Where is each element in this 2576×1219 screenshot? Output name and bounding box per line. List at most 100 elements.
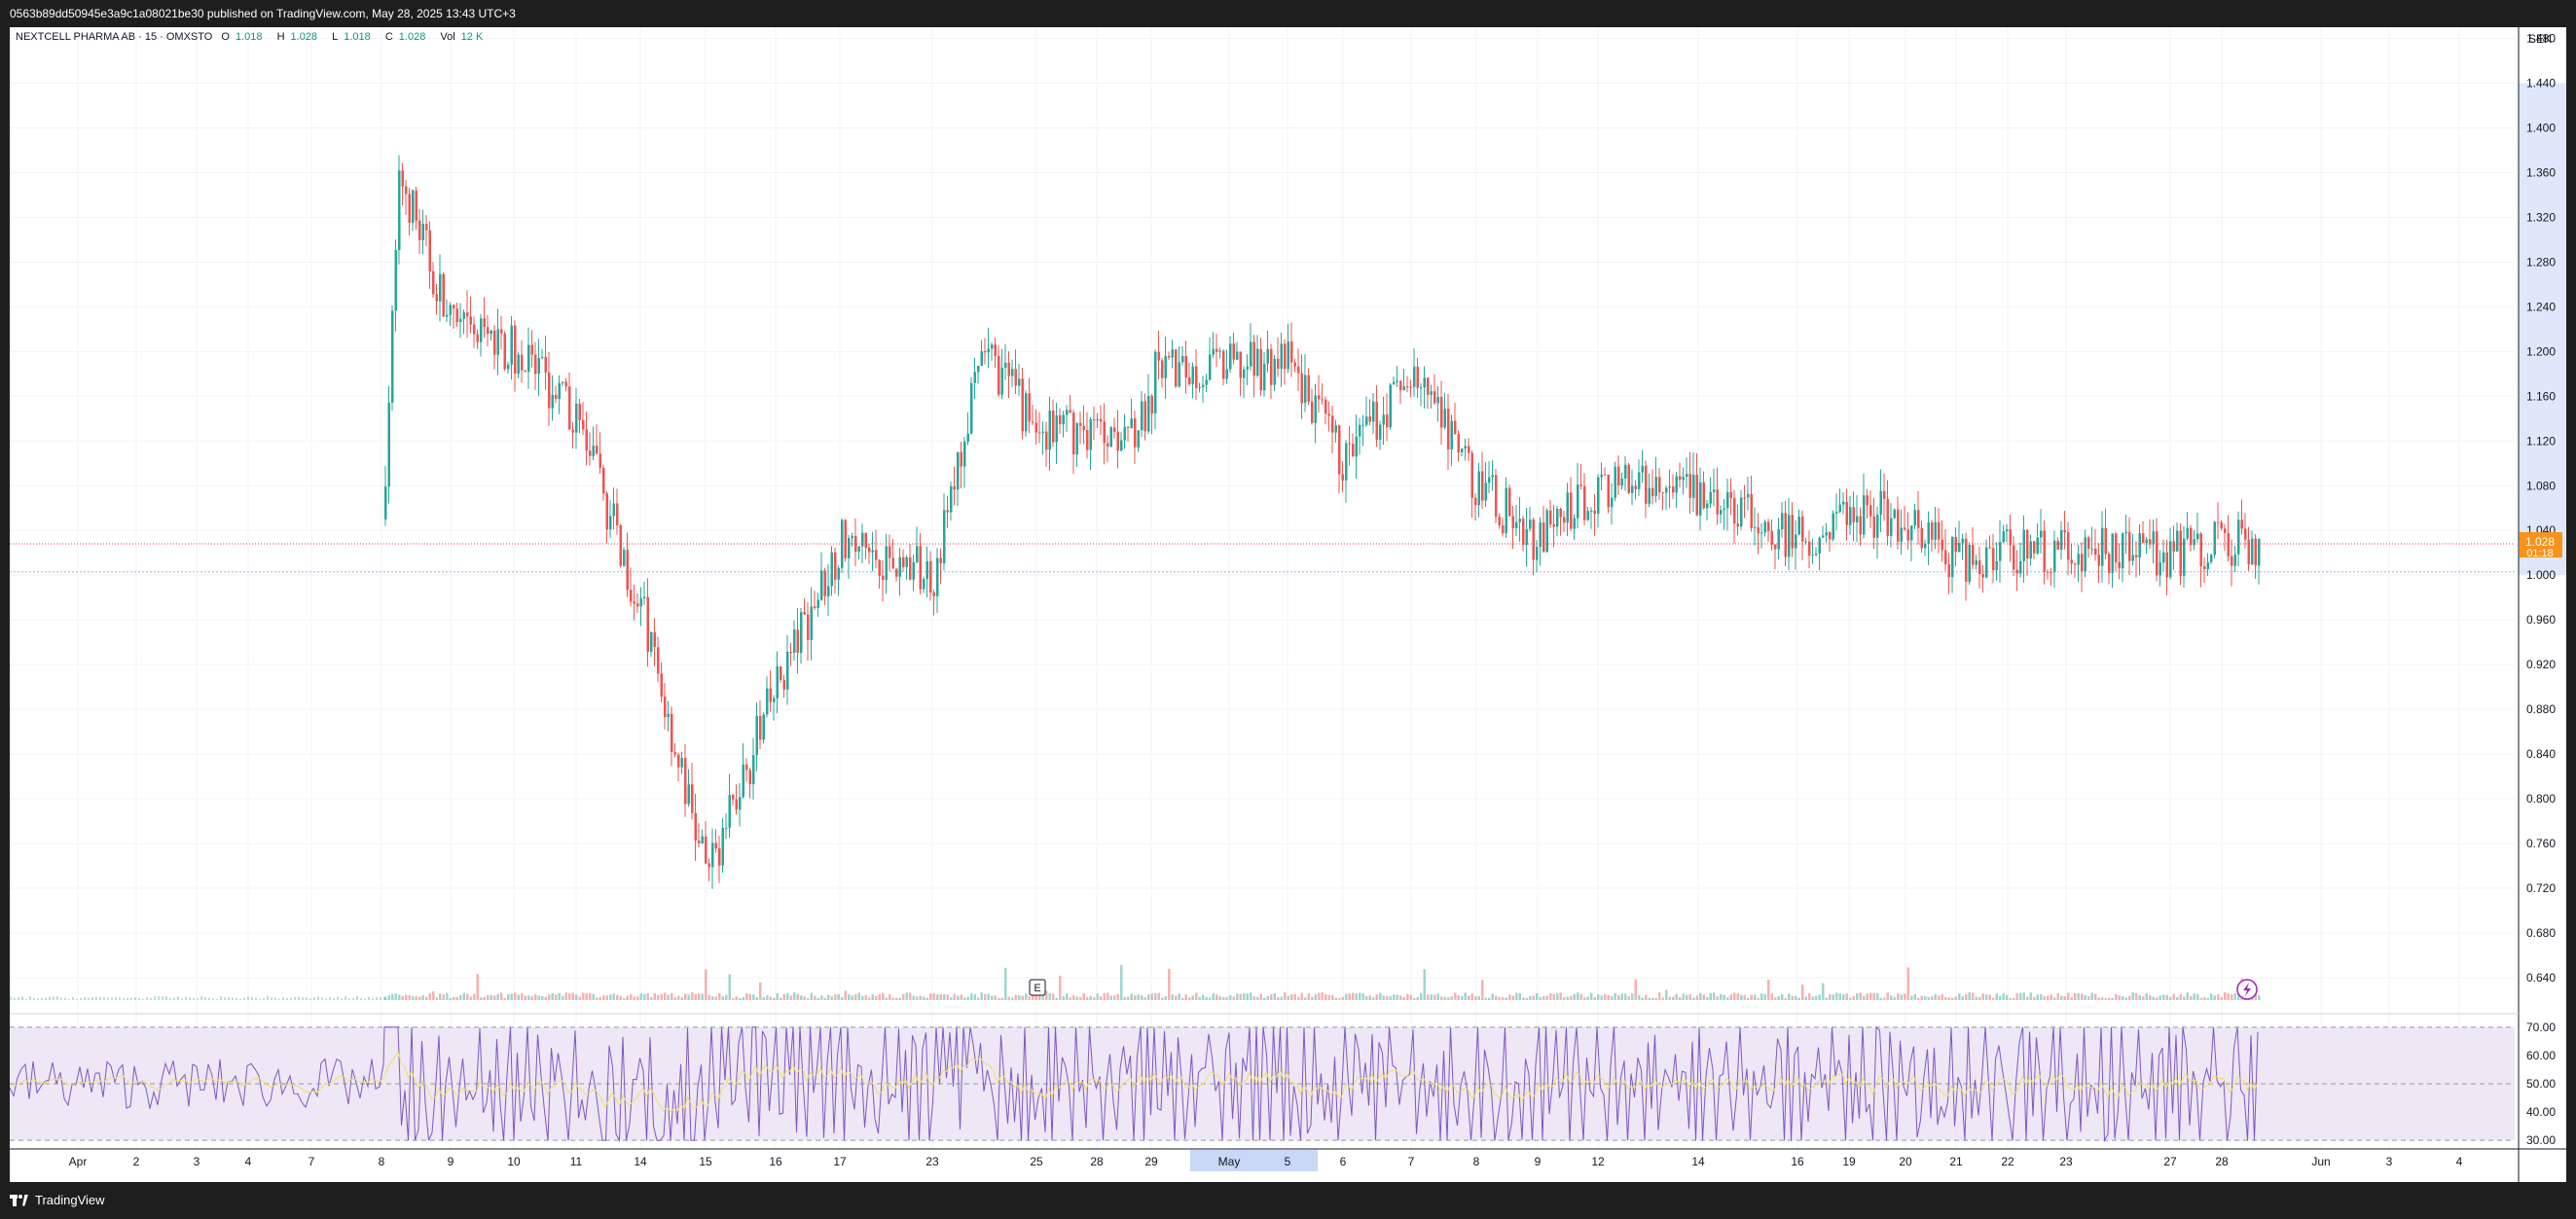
time-tick-label: 15 (699, 1155, 712, 1168)
volume-bar (551, 992, 554, 1000)
time-tick-label: 14 (1691, 1155, 1705, 1168)
volume-bar (960, 994, 962, 1000)
volume-bar (1368, 995, 1371, 1000)
volume-bar (987, 993, 990, 1000)
candle-body (1127, 426, 1130, 429)
volume-bar (1754, 994, 1757, 1000)
volume-bar (1461, 995, 1464, 1000)
volume-bar (76, 998, 78, 1000)
volume-bar (1801, 985, 1804, 1000)
candle-body (837, 567, 840, 580)
volume-bar (1130, 993, 1133, 1000)
volume-bar (562, 995, 564, 1000)
candle-body (1900, 527, 1903, 542)
volume-bar (946, 994, 949, 1000)
volume-bar (398, 994, 401, 1000)
candle-body (1011, 369, 1014, 376)
volume-bar (1763, 994, 1766, 1000)
volume-bar (1103, 992, 1106, 1000)
volume-bar (1137, 994, 1140, 1000)
volume-bar (1597, 994, 1600, 1000)
candle-body (582, 419, 585, 430)
volume-bar (1021, 995, 1024, 1000)
candle-body (2131, 555, 2134, 561)
candle-body (755, 716, 758, 756)
volume-bar (2227, 993, 2230, 1000)
candle-body (1815, 553, 1818, 556)
candle-body (2124, 531, 2127, 534)
volume-bar (636, 996, 639, 1000)
volume-bar (10, 996, 12, 1000)
candle-body (1611, 497, 1614, 508)
volume-bar (592, 993, 595, 1000)
earnings-marker-label: E (1034, 983, 1040, 994)
candle-body (1906, 529, 1909, 541)
volume-bar (1770, 993, 1773, 1000)
volume-bar (2101, 997, 2104, 1000)
tradingview-brand[interactable]: TradingView (10, 1193, 105, 1207)
volume-bar (251, 996, 253, 1000)
candle-body (1944, 550, 1947, 565)
volume-bar (2138, 994, 2141, 1000)
low-value: 1.018 (344, 31, 371, 43)
volume-bar (329, 996, 331, 1000)
volume-bar (1713, 992, 1716, 1000)
candle-body (1243, 369, 1246, 378)
candle-body (1181, 355, 1184, 363)
candle-body (1876, 515, 1879, 538)
candle-body (1393, 381, 1396, 385)
candle-body (1981, 573, 1984, 578)
candle-body (609, 516, 612, 530)
volume-bar (994, 995, 997, 1000)
chart-panel[interactable]: SEK 1.480 1.440 1.400 1.360 1.320 1.280 1.240 1.… (10, 27, 2566, 1182)
volume-bar (575, 994, 578, 1000)
volume-bar (1593, 996, 1596, 1000)
volume-bar (415, 996, 417, 1000)
time-tick-label: Jun (2311, 1155, 2330, 1168)
time-tick-label: 4 (245, 1155, 252, 1168)
time-tick-label: 2 (133, 1155, 140, 1168)
candle-body (994, 344, 997, 356)
volume-bar (2231, 994, 2233, 1000)
volume-bar (1747, 997, 1750, 1000)
price-tick-label: 1.480 (2526, 31, 2556, 45)
volume-bar (56, 996, 58, 1000)
volume-bar (123, 998, 125, 1000)
candle-body (2111, 533, 2114, 574)
volume-bar (796, 993, 799, 1000)
volume-bar (660, 993, 663, 1000)
volume-bar (1055, 997, 1058, 1000)
volume-bar (1481, 980, 1484, 1000)
candle-body (1845, 501, 1848, 525)
candle-body (2122, 533, 2124, 569)
volume-bar (1774, 997, 1777, 1000)
candle-body (1729, 491, 1732, 498)
candle-body (1175, 349, 1178, 387)
candle-body (2036, 537, 2039, 554)
candle-body (449, 305, 452, 315)
candle-body (455, 308, 458, 323)
symbol-legend[interactable]: NEXTCELL PHARMA AB · 15 · OMXSTO O 1.018 … (16, 31, 494, 43)
candle-body (1645, 465, 1648, 504)
candle-body (1277, 358, 1280, 370)
candle-body (1931, 521, 1934, 540)
candle-body (1590, 510, 1593, 512)
volume-bar (119, 997, 121, 1000)
volume-bar (1508, 994, 1511, 1000)
volume-bar (558, 992, 561, 1000)
legend-close: C 1.028 (385, 31, 431, 43)
candle-body (1620, 478, 1623, 485)
volume-bar (1096, 993, 1099, 1000)
legend-symbol[interactable]: NEXTCELL PHARMA AB · 15 · OMXSTO (16, 31, 212, 43)
volume-bar (589, 992, 592, 1000)
price-tick-label: 1.280 (2526, 255, 2556, 269)
candle-body (1829, 531, 1832, 540)
candle-body (487, 327, 490, 335)
candle-body (527, 344, 530, 373)
candle-body (1975, 560, 1977, 565)
candle-body (1723, 508, 1725, 511)
chart-canvas[interactable]: SEK1.4801.4401.4001.3601.3201.2801.2401.… (10, 27, 2566, 1182)
volume-bar (1399, 995, 1402, 1000)
volume-bar (236, 997, 237, 1000)
volume-bar (698, 993, 701, 1000)
